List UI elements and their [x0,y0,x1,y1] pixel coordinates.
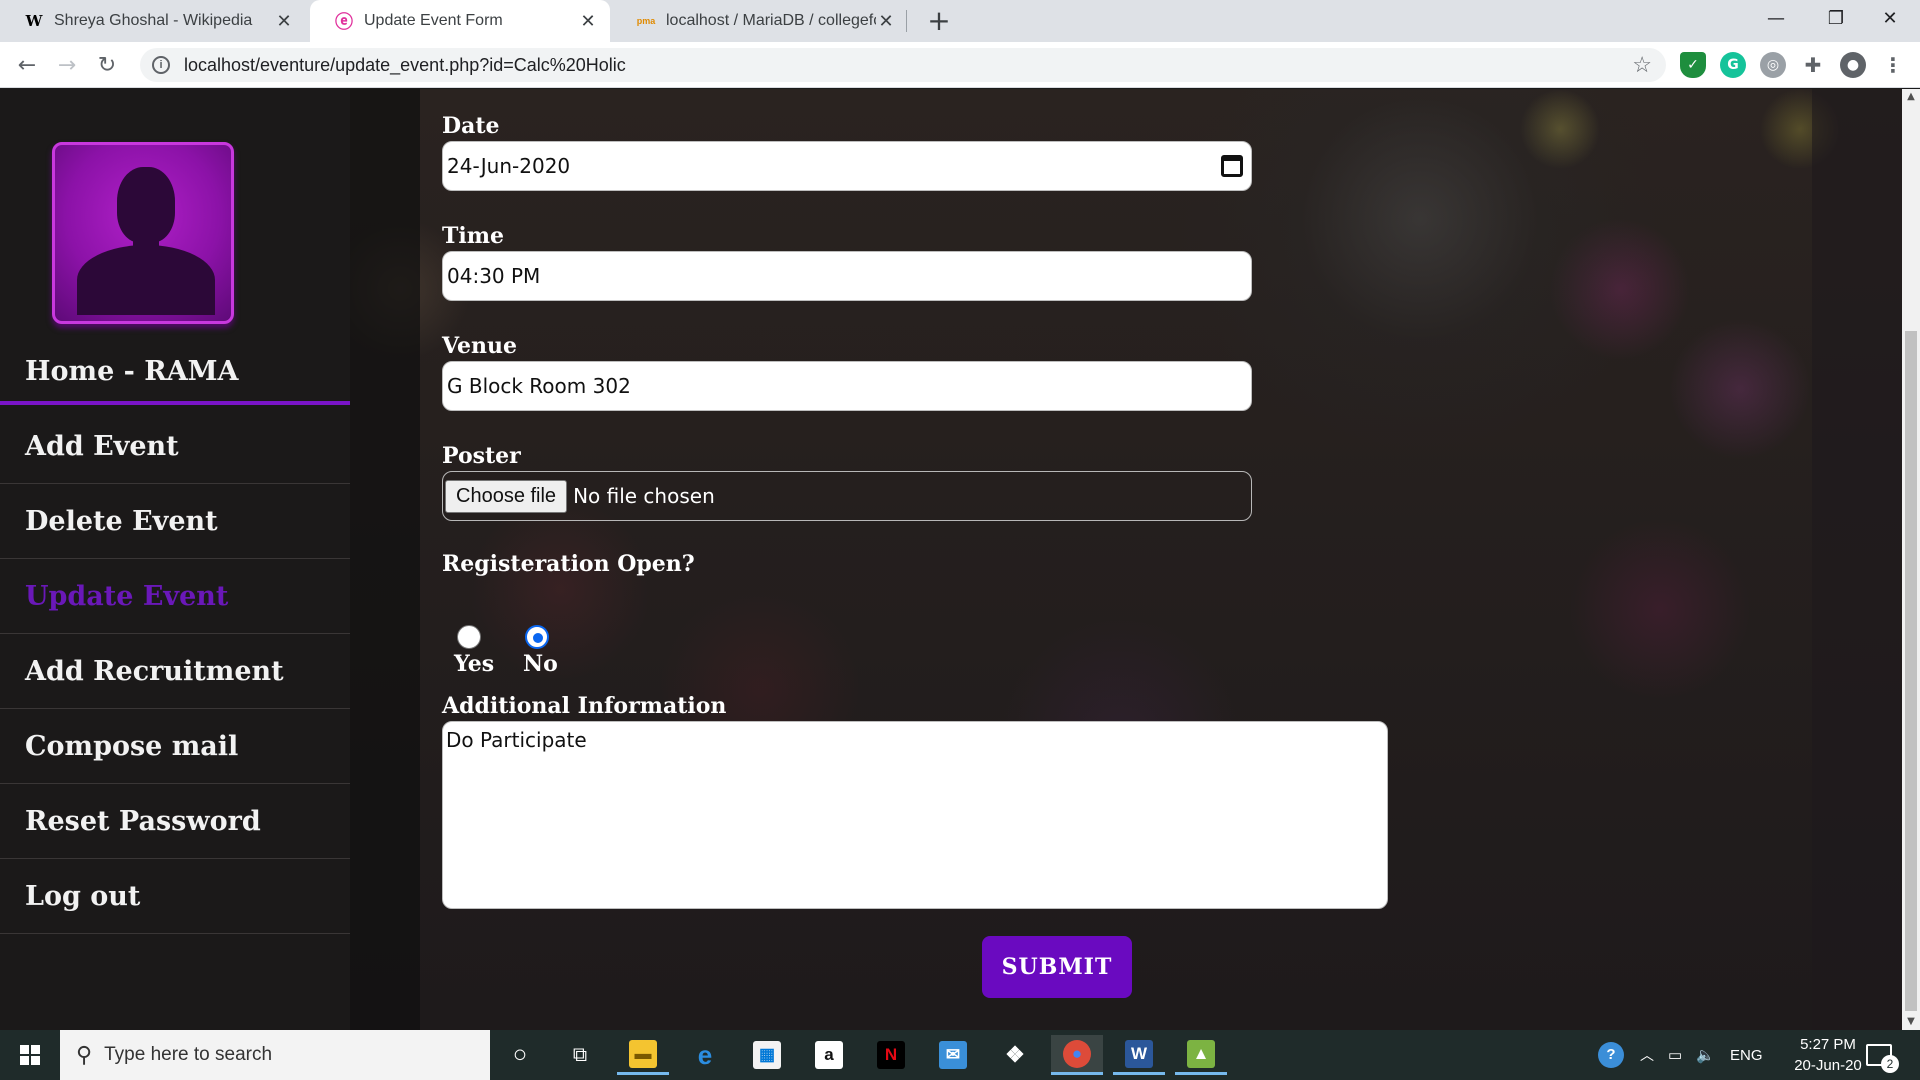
poster-label: Poster [442,443,521,469]
shield-extension-icon[interactable]: ✓ [1680,52,1706,78]
mail-icon[interactable]: ✉ [927,1035,979,1075]
sidebar-item-delete-event[interactable]: Delete Event [0,484,350,559]
date-field[interactable]: 24-Jun-2020 [442,141,1252,191]
sidebar-item-reset-password[interactable]: Reset Password [0,784,350,859]
store-icon[interactable]: ▦ [741,1035,793,1075]
poster-file-input[interactable]: Choose file No file chosen [442,471,1252,521]
time-value[interactable]: 04:30 PM [447,264,540,288]
calendar-icon[interactable] [1221,155,1243,177]
radio-no-label: No [523,651,558,677]
registration-yes-radio[interactable] [457,625,481,649]
venue-label: Venue [442,333,518,359]
tab-update-event-form[interactable]: ⓔ Update Event Form ✕ [310,0,610,42]
tab-title: localhost / MariaDB / collegeforu [666,12,876,29]
choose-file-button[interactable]: Choose file [445,479,568,513]
sidebar: Home - RAMA Add Event Delete Event Updat… [0,89,350,1030]
submit-button[interactable]: SUBMIT [982,936,1132,998]
battery-icon[interactable]: ▭ [1668,1030,1682,1080]
tab-title: Update Event Form [364,12,503,29]
radio-yes-label: Yes [454,651,495,677]
start-button[interactable] [0,1030,60,1080]
venue-value[interactable]: G Block Room 302 [447,374,631,398]
time-field[interactable]: 04:30 PM [442,251,1252,301]
language-indicator[interactable]: ENG [1730,1030,1763,1080]
search-icon: ⚲ [76,1042,93,1067]
sidebar-item-compose-mail[interactable]: Compose mail [0,709,350,784]
netflix-icon[interactable]: N [865,1035,917,1075]
registration-label: Registeration Open? [442,551,695,577]
avatar-head-shape [117,167,175,243]
page-content: Home - RAMA Add Event Delete Event Updat… [0,89,1902,1030]
registration-no-radio[interactable] [525,625,549,649]
date-value[interactable]: 24-Jun-2020 [447,154,570,178]
minimize-icon[interactable]: — [1746,0,1806,36]
tab-phpmyadmin[interactable]: pma localhost / MariaDB / collegeforu ✕ [612,0,908,42]
url-text[interactable]: localhost/eventure/update_event.php?id=C… [184,55,626,76]
maximize-icon[interactable]: ❐ [1806,0,1866,36]
sidebar-item-add-recruitment[interactable]: Add Recruitment [0,634,350,709]
close-tab-icon[interactable]: ✕ [876,11,896,32]
back-arrow-icon[interactable]: ← [12,50,42,80]
word-icon[interactable]: W [1113,1035,1165,1075]
notification-center-icon[interactable]: 2 [1866,1030,1899,1080]
task-view-icon[interactable]: ⧉ [554,1035,606,1075]
scrollbar-thumb[interactable] [1905,331,1917,1011]
date-label: Date [442,113,500,139]
page-scrollbar[interactable]: ▲ ▼ [1902,89,1920,1030]
wikipedia-favicon-icon: W [25,12,43,30]
sidebar-item-add-event[interactable]: Add Event [0,409,350,484]
volume-icon[interactable]: 🔈 [1696,1030,1715,1080]
sidebar-item-home[interactable]: Home - RAMA [0,341,350,405]
edge-browser-icon[interactable]: e [679,1035,731,1075]
eventure-favicon-icon: ⓔ [335,12,353,32]
venue-field[interactable]: G Block Room 302 [442,361,1252,411]
dropbox-icon[interactable]: ❖ [989,1035,1041,1075]
tab-title: Shreya Ghoshal - Wikipedia [54,12,253,29]
additional-info-label: Additional Information [442,693,727,719]
background-dark-band [350,89,420,1030]
sidebar-menu: Add Event Delete Event Update Event Add … [0,409,350,934]
new-tab-button[interactable]: + [922,4,956,38]
grammarly-extension-icon[interactable]: G [1720,52,1746,78]
image-viewer-icon[interactable]: ▲ [1175,1035,1227,1075]
browser-menu-icon[interactable]: ⋮ [1880,52,1906,78]
close-tab-icon[interactable]: ✕ [578,11,598,32]
circle-extension-icon[interactable]: ◎ [1760,52,1786,78]
cortana-icon[interactable]: ○ [494,1035,546,1075]
help-icon[interactable]: ? [1598,1030,1624,1080]
phpmyadmin-favicon-icon: pma [636,16,656,26]
amazon-icon[interactable]: a [803,1035,855,1075]
windows-taskbar: ⚲ Type here to search ○ ⧉ ▬ e ▦ a N ✉ ❖ … [0,1030,1920,1080]
windows-logo-icon [20,1045,40,1065]
time-label: Time [442,223,505,249]
scroll-down-icon[interactable]: ▼ [1902,1014,1920,1030]
profile-avatar-icon[interactable]: ● [1840,52,1866,78]
notification-count: 2 [1881,1055,1899,1073]
chrome-icon[interactable]: ● [1051,1035,1103,1075]
reload-icon[interactable]: ↻ [92,50,122,80]
browser-tab-strip: W Shreya Ghoshal - Wikipedia ✕ ⓔ Update … [0,0,1920,42]
tab-wikipedia[interactable]: W Shreya Ghoshal - Wikipedia ✕ [0,0,306,42]
tab-divider [906,10,907,32]
sidebar-item-update-event[interactable]: Update Event [0,559,350,634]
additional-info-textarea[interactable]: Do Participate [442,721,1388,909]
site-info-icon[interactable]: i [152,56,170,74]
sidebar-item-log-out[interactable]: Log out [0,859,350,934]
close-window-icon[interactable]: ✕ [1860,0,1920,36]
user-avatar [52,142,234,324]
taskbar-search-box[interactable]: ⚲ Type here to search [60,1030,490,1080]
bookmark-star-icon[interactable]: ☆ [1632,52,1652,78]
address-bar[interactable]: i localhost/eventure/update_event.php?id… [140,48,1666,82]
forward-arrow-icon[interactable]: → [52,50,82,80]
search-placeholder[interactable]: Type here to search [104,1044,272,1066]
avatar-body-shape [77,245,215,315]
file-explorer-icon[interactable]: ▬ [617,1035,669,1075]
close-tab-icon[interactable]: ✕ [274,11,294,32]
tray-chevron-icon[interactable]: ︿ [1640,1030,1654,1080]
background-dark-band [1812,89,1902,1030]
scroll-up-icon[interactable]: ▲ [1902,89,1920,105]
no-file-text: No file chosen [573,484,715,508]
browser-toolbar: ← → ↻ i localhost/eventure/update_event.… [0,42,1920,88]
extensions-puzzle-icon[interactable]: ✚ [1800,52,1826,78]
